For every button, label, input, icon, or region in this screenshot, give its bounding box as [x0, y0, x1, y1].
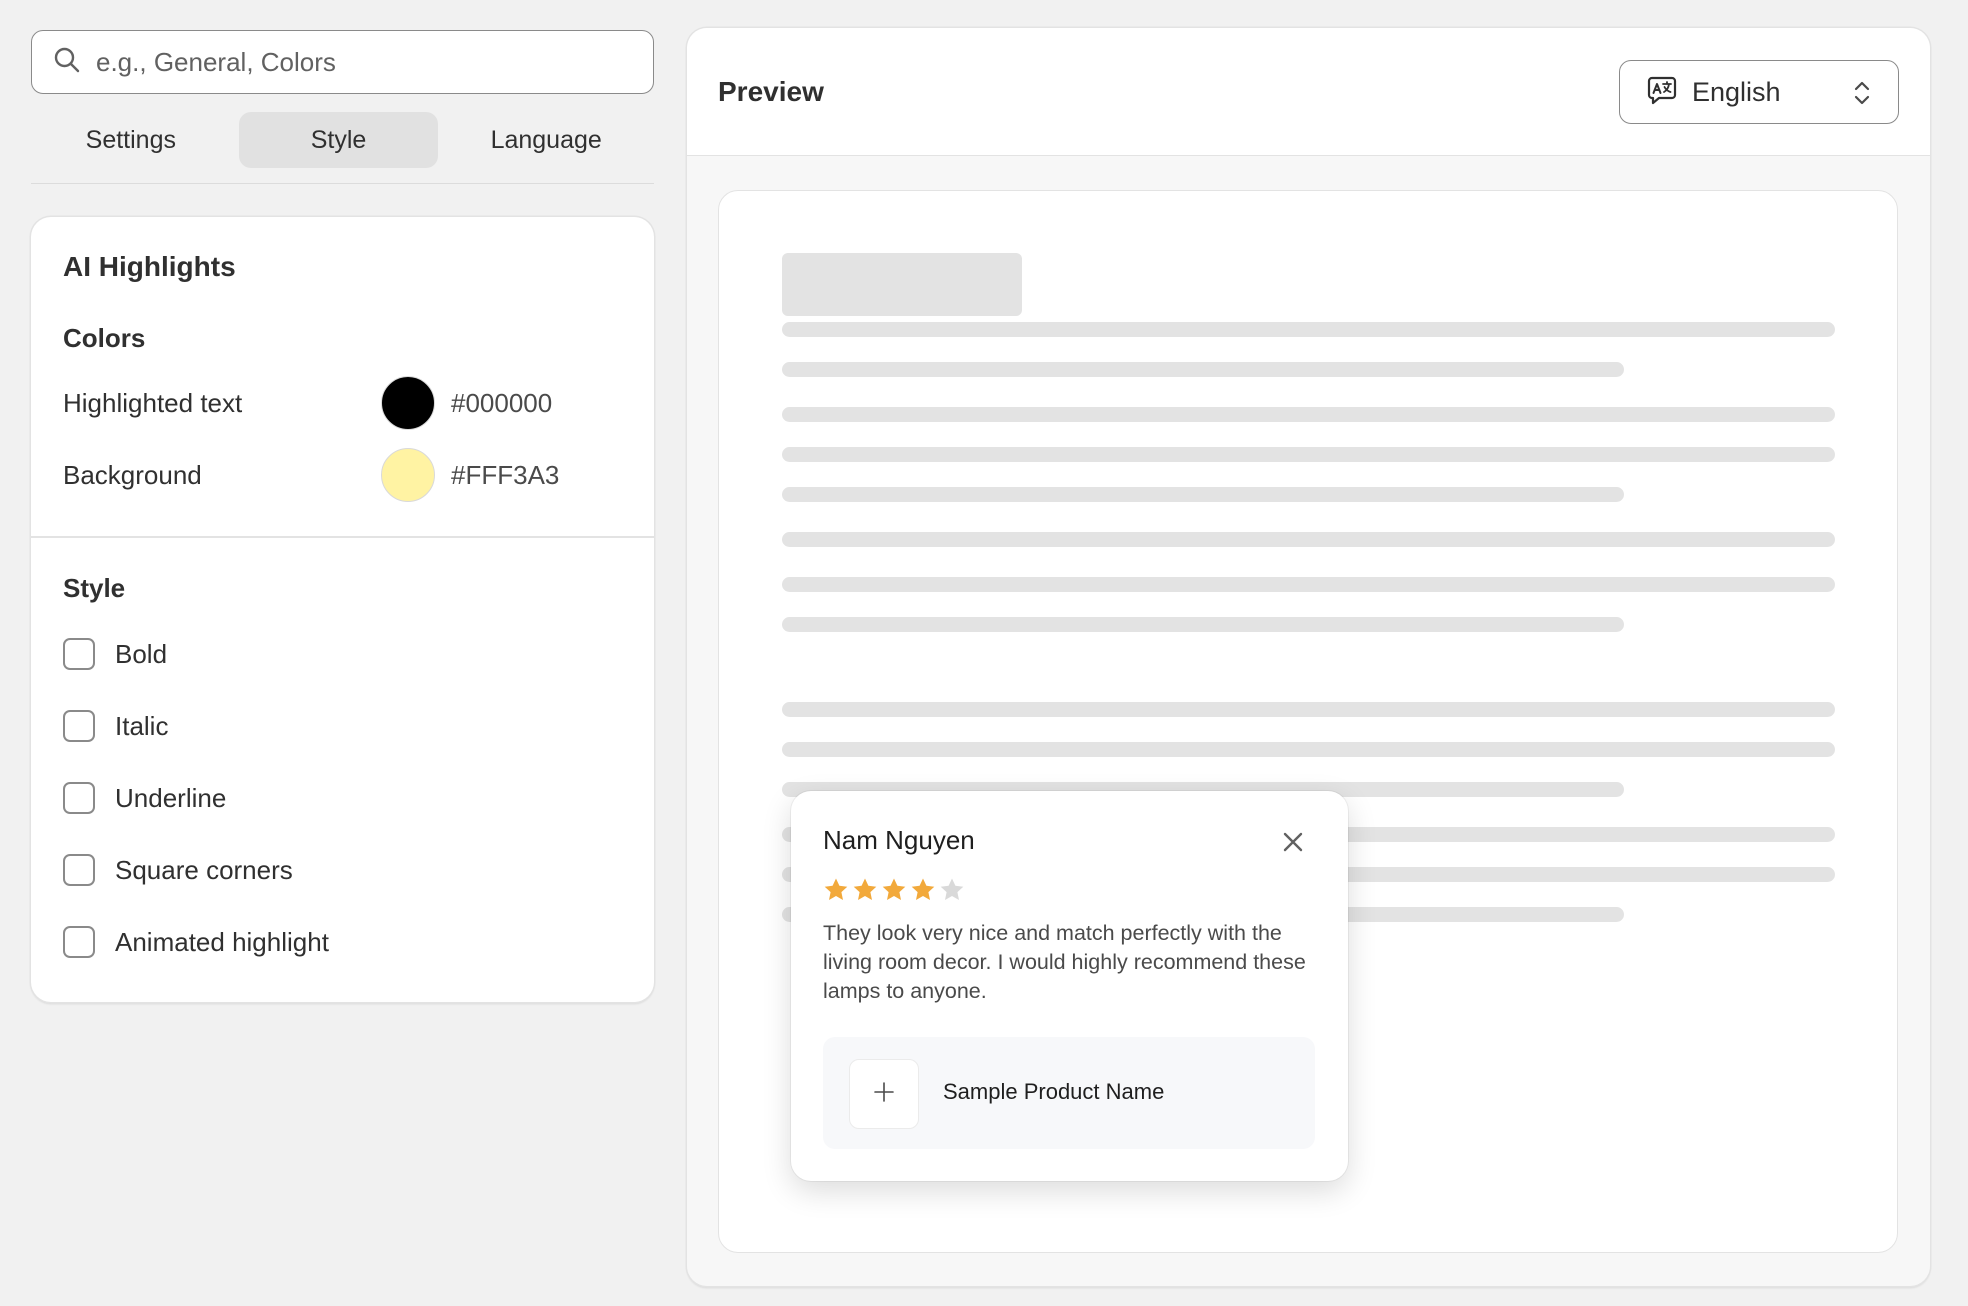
- italic-checkbox[interactable]: [63, 710, 95, 742]
- color-label: Background: [63, 459, 202, 490]
- skeleton-line: [782, 322, 1835, 337]
- square-corners-checkbox[interactable]: [63, 854, 95, 886]
- skeleton-line: [782, 362, 1624, 377]
- translate-icon: [1646, 74, 1678, 111]
- chevron-up-down-icon: [1852, 79, 1872, 112]
- plus-icon: [873, 1081, 895, 1108]
- star-filled-icon: [852, 877, 878, 903]
- review-popup: Nam Nguyen They look very nice and match…: [791, 791, 1348, 1181]
- tab-bar: Settings Style Language: [31, 112, 654, 184]
- preview-title: Preview: [718, 76, 824, 107]
- star-filled-icon: [823, 877, 849, 903]
- star-filled-icon: [881, 877, 907, 903]
- skeleton-line: [782, 532, 1835, 547]
- search-icon: [52, 45, 82, 80]
- tab-language[interactable]: Language: [446, 112, 646, 168]
- star-filled-icon: [910, 877, 936, 903]
- star-rating: [823, 877, 965, 903]
- color-hex-value: #000000: [451, 387, 553, 418]
- tab-style[interactable]: Style: [238, 112, 439, 168]
- review-text: They look very nice and match perfectly …: [823, 921, 1306, 1003]
- skeleton-title: [782, 253, 1022, 316]
- color-row-highlighted-text: Highlighted text #000000: [63, 375, 623, 431]
- product-thumbnail: [849, 1059, 919, 1129]
- option-bold[interactable]: Bold: [63, 634, 167, 674]
- card-title: AI Highlights: [63, 251, 236, 282]
- option-square-corners[interactable]: Square corners: [63, 850, 293, 890]
- color-label: Highlighted text: [63, 387, 243, 418]
- option-label: Underline: [115, 782, 227, 813]
- preview-header: Preview English: [687, 28, 1930, 156]
- skeleton-line: [782, 577, 1835, 592]
- option-label: Animated highlight: [115, 926, 329, 957]
- underline-checkbox[interactable]: [63, 782, 95, 814]
- search-field[interactable]: [31, 30, 654, 94]
- colors-heading: Colors: [63, 323, 146, 353]
- color-swatch-highlighted-text[interactable]: [381, 376, 435, 430]
- style-heading: Style: [63, 573, 126, 603]
- tab-settings[interactable]: Settings: [31, 112, 231, 168]
- skeleton-line: [782, 447, 1835, 462]
- ai-highlights-card: AI Highlights Colors Highlighted text #0…: [31, 217, 654, 1002]
- color-row-background: Background #FFF3A3: [63, 447, 623, 503]
- language-select[interactable]: English: [1619, 60, 1899, 124]
- color-swatch-background[interactable]: [381, 448, 435, 502]
- color-hex-value: #FFF3A3: [451, 459, 560, 490]
- close-icon[interactable]: [1282, 831, 1304, 858]
- skeleton-line: [782, 617, 1624, 632]
- bold-checkbox[interactable]: [63, 638, 95, 670]
- star-empty-icon: [939, 877, 965, 903]
- section-divider: [31, 536, 654, 538]
- skeleton-line: [782, 487, 1624, 502]
- option-italic[interactable]: Italic: [63, 706, 168, 746]
- animated-highlight-checkbox[interactable]: [63, 926, 95, 958]
- skeleton-line: [782, 702, 1835, 717]
- search-input[interactable]: [96, 46, 636, 78]
- option-label: Bold: [115, 638, 168, 669]
- option-underline[interactable]: Underline: [63, 778, 226, 818]
- skeleton-line: [782, 407, 1835, 422]
- language-value: English: [1692, 76, 1781, 107]
- option-label: Italic: [115, 710, 169, 741]
- product-name: Sample Product Name: [943, 1079, 1165, 1104]
- option-label: Square corners: [115, 854, 293, 885]
- product-card[interactable]: Sample Product Name: [823, 1037, 1315, 1149]
- reviewer-name: Nam Nguyen: [823, 825, 975, 855]
- skeleton-line: [782, 742, 1835, 757]
- option-animated-highlight[interactable]: Animated highlight: [63, 922, 329, 962]
